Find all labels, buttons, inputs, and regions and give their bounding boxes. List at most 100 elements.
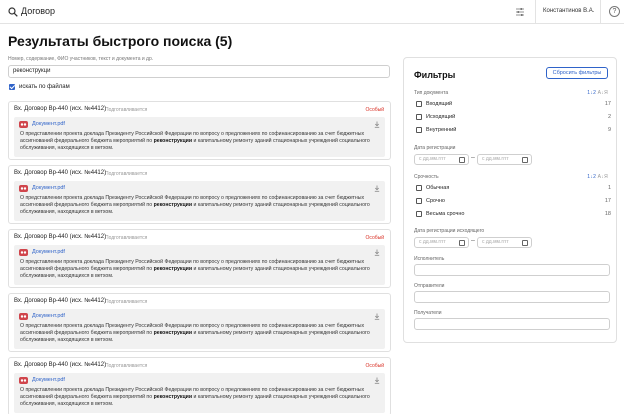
search-query-input[interactable]: реконструкци — [8, 65, 390, 78]
filter-checkbox[interactable] — [416, 114, 422, 120]
global-search-input[interactable]: Договор — [21, 6, 55, 16]
result-title[interactable]: Вх. Договор Вр-440 (исх. №4412) — [14, 362, 106, 368]
calendar-icon[interactable] — [522, 157, 528, 163]
filter-option-label: Весьма срочно — [426, 211, 465, 217]
result-status: Подготавливается — [105, 107, 148, 113]
attachment-link[interactable]: Документ.pdf — [32, 249, 65, 255]
result-title[interactable]: Вх. Договор Вр-440 (исх. №4412) — [14, 298, 106, 304]
result-status: Подготавливается — [105, 171, 148, 177]
divider — [535, 0, 536, 24]
filter-option-label: Исходящий — [426, 114, 456, 120]
filter-checkbox[interactable] — [416, 127, 422, 133]
result-title[interactable]: Вх. Договор Вр-440 (исх. №4412) — [14, 170, 106, 176]
sort-alpha-toggle[interactable]: A↓Я — [598, 174, 608, 180]
user-name[interactable]: Константинов В.А. — [543, 8, 594, 14]
result-snippet: О представлении проекта доклада Президен… — [20, 131, 380, 152]
calendar-icon[interactable] — [459, 157, 465, 163]
reg-date-from[interactable]: с дд.мм.гггг — [414, 154, 469, 165]
sort-numeric-toggle[interactable]: 1↓2 — [587, 90, 596, 96]
search-icon[interactable] — [8, 7, 18, 17]
filter-checkbox[interactable] — [416, 185, 422, 191]
attachment-link[interactable]: Документ.pdf — [32, 377, 65, 383]
filter-option[interactable]: Обычная 1 — [416, 185, 611, 193]
attachment-link[interactable]: Документ.pdf — [32, 313, 65, 319]
attachment-preview: Документ.pdf О представлении проекта док… — [14, 373, 385, 413]
filter-option[interactable]: Входящий 17 — [416, 101, 611, 109]
filter-option[interactable]: Внутренний 9 — [416, 127, 611, 135]
outgoing-reg-date-from[interactable]: с дд.мм.гггг — [414, 237, 469, 248]
outgoing-reg-date-to[interactable]: с дд.мм.гггг — [477, 237, 532, 248]
recipient-input[interactable] — [414, 318, 610, 330]
executor-label: Исполнитель — [414, 256, 445, 262]
snippet-highlight: реконструкции — [153, 202, 193, 208]
filter-checkbox[interactable] — [416, 101, 422, 107]
search-files-checkbox[interactable] — [9, 84, 15, 90]
result-title[interactable]: Вх. Договор Вр-440 (исх. №4412) — [14, 234, 106, 240]
snippet-highlight: реконструкции — [153, 394, 193, 400]
calendar-icon[interactable] — [459, 240, 465, 246]
attachment-link[interactable]: Документ.pdf — [32, 185, 65, 191]
sort-alpha-toggle[interactable]: A↓Я — [598, 90, 608, 96]
filter-option-count: 2 — [607, 114, 611, 120]
result-card[interactable]: Вх. Договор Вр-440 (исх. №4412) Подготав… — [8, 101, 391, 160]
result-status: Подготавливается — [105, 299, 148, 305]
filter-option-label: Срочно — [426, 198, 445, 204]
snippet-highlight: реконструкции — [153, 330, 193, 336]
download-icon[interactable] — [374, 185, 380, 192]
reg-date-to[interactable]: с дд.мм.гггг — [477, 154, 532, 165]
reg-date-label: Дата регистрации — [414, 145, 456, 151]
date-placeholder: с дд.мм.гггг — [482, 239, 509, 245]
filter-option-label: Входящий — [426, 101, 453, 107]
doc-type-label: Тип документа — [414, 90, 449, 96]
pdf-file-icon — [19, 377, 28, 384]
result-card[interactable]: Вх. Договор Вр-440 (исх. №4412) Подготав… — [8, 165, 391, 224]
result-snippet: О представлении проекта доклада Президен… — [20, 259, 380, 280]
filters-panel: Фильтры Сбросить фильтры Тип документа 1… — [403, 57, 617, 343]
download-icon[interactable] — [374, 249, 380, 256]
date-placeholder: с дд.мм.гггг — [482, 156, 509, 162]
divider — [600, 0, 601, 24]
calendar-icon[interactable] — [522, 240, 528, 246]
sender-input[interactable] — [414, 291, 610, 303]
pdf-file-icon — [19, 249, 28, 256]
filter-option-count: 1 — [607, 185, 611, 191]
search-hint: Номер, содержание, ФИО участников, текст… — [8, 56, 154, 62]
sort-numeric-toggle[interactable]: 1↓2 — [587, 174, 596, 180]
help-icon[interactable]: ? — [609, 6, 620, 17]
result-title[interactable]: Вх. Договор Вр-440 (исх. №4412) — [14, 106, 106, 112]
priority-badge: Особый — [365, 107, 384, 113]
date-placeholder: с дд.мм.гггг — [419, 239, 446, 245]
filter-option[interactable]: Срочно 17 — [416, 198, 611, 206]
pdf-file-icon — [19, 185, 28, 192]
result-snippet: О представлении проекта доклада Президен… — [20, 195, 380, 216]
top-bar: Договор Константинов В.А. ? — [0, 0, 624, 24]
attachment-preview: Документ.pdf О представлении проекта док… — [14, 309, 385, 349]
search-files-label: искать по файлам — [19, 84, 70, 90]
result-card[interactable]: Вх. Договор Вр-440 (исх. №4412) Подготав… — [8, 229, 391, 288]
filter-option[interactable]: Весьма срочно 18 — [416, 211, 611, 219]
download-icon[interactable] — [374, 121, 380, 128]
reset-filters-button[interactable]: Сбросить фильтры — [546, 67, 608, 79]
pdf-file-icon — [19, 313, 28, 320]
date-range-dash: – — [471, 154, 475, 161]
filter-checkbox[interactable] — [416, 211, 422, 217]
page-title: Результаты быстрого поиска (5) — [8, 33, 233, 49]
executor-input[interactable] — [414, 264, 610, 276]
date-range-dash: – — [471, 237, 475, 244]
result-card[interactable]: Вх. Договор Вр-440 (исх. №4412) Подготав… — [8, 357, 391, 414]
doc-type-sort[interactable]: 1↓2 A↓Я — [587, 90, 608, 96]
result-snippet: О представлении проекта доклада Президен… — [20, 323, 380, 344]
download-icon[interactable] — [374, 377, 380, 384]
attachment-preview: Документ.pdf О представлении проекта док… — [14, 245, 385, 285]
filter-option[interactable]: Исходящий 2 — [416, 114, 611, 122]
filter-checkbox[interactable] — [416, 198, 422, 204]
outgoing-reg-date-label: Дата регистрации исходящего — [414, 228, 485, 234]
filter-option-label: Внутренний — [426, 127, 457, 133]
urgency-sort[interactable]: 1↓2 A↓Я — [587, 174, 608, 180]
attachment-preview: Документ.pdf О представлении проекта док… — [14, 181, 385, 221]
download-icon[interactable] — [374, 313, 380, 320]
result-card[interactable]: Вх. Договор Вр-440 (исх. №4412) Подготав… — [8, 293, 391, 352]
urgency-label: Срочность — [414, 174, 439, 180]
attachment-link[interactable]: Документ.pdf — [32, 121, 65, 127]
filter-settings-icon[interactable] — [515, 7, 525, 17]
